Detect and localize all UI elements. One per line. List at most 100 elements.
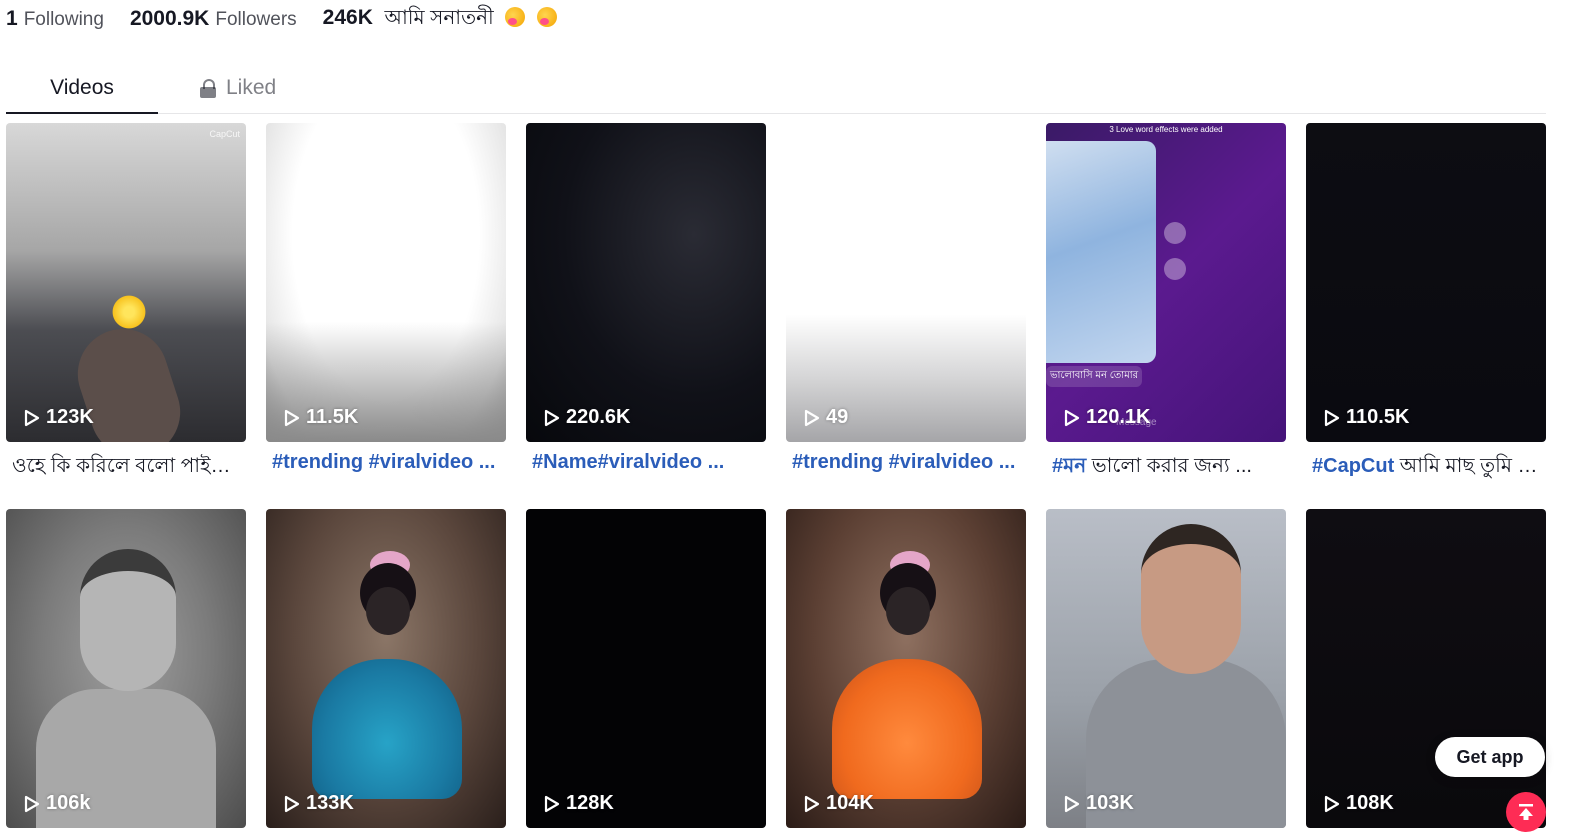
video-caption[interactable]: #Name#viralvideo ... [526,451,762,474]
person-face-shape [80,549,176,691]
view-count-value: 103K [1086,792,1134,814]
video-card[interactable]: 11.5K #trending #viralvideo ... [266,123,506,474]
capcut-watermark: CapCut [209,129,240,139]
caption-hashtag[interactable]: #trending #viralvideo ... [272,451,495,473]
play-icon [284,409,300,426]
view-count-value: 106k [46,792,91,814]
video-thumbnail: CapCut 123K [6,123,246,442]
video-card[interactable]: 49 #trending #viralvideo ... [786,123,1026,474]
message-snippet: ভালোবাসি মন তোমার [1046,366,1143,387]
play-icon [544,409,560,426]
play-icon [804,409,820,426]
play-icon [284,795,300,812]
get-app-label: Get app [1456,746,1524,767]
play-icon [1324,409,1340,426]
love-effect-text: 3 Love word effects were added [1109,125,1223,134]
view-count: 49 [804,406,848,429]
video-caption[interactable]: #trending #viralvideo ... [786,451,1022,474]
play-icon [544,795,560,812]
video-card[interactable]: 108K [1306,509,1546,828]
video-card[interactable]: CapCut 123K ওহে কি করিলে বলো পাইয়ে তোমা… [6,123,246,484]
tab-videos-label: Videos [50,76,114,99]
video-card[interactable]: 106k [6,509,246,828]
play-icon [24,409,40,426]
caption-text: ভালো করার জন্য ... [1086,455,1252,477]
video-card[interactable]: 133K [266,509,506,828]
video-thumbnail: 108K [1306,509,1546,828]
video-thumbnail: 49 [786,123,1026,442]
video-thumbnail: 106k [6,509,246,828]
video-thumbnail: 11.5K [266,123,506,442]
get-app-button[interactable]: Get app [1435,737,1545,777]
doll-dress-shape [312,659,462,799]
play-icon [1324,795,1340,812]
view-count-value: 108K [1346,792,1394,814]
view-count-value: 120.1K [1086,406,1151,428]
view-count: 123K [24,406,94,429]
video-thumbnail: 104K [786,509,1026,828]
followers-stat[interactable]: 2000.9K Followers [130,7,297,31]
person-face-shape [1141,524,1241,674]
view-count-value: 123K [46,406,94,428]
view-count-value: 11.5K [306,406,359,428]
view-count-value: 220.6K [566,406,631,428]
caption-hashtag[interactable]: #trending #viralvideo ... [792,451,1015,473]
video-thumbnail: 3 Love word effects were added ভালোবাসি … [1046,123,1286,442]
doll-head-shape [886,587,930,635]
following-stat[interactable]: 1 Following [6,7,104,31]
camera-icon [1164,258,1186,280]
tab-liked[interactable]: Liked [200,64,276,112]
view-count: 128K [544,792,614,815]
following-label: Following [23,9,104,30]
view-count-value: 49 [826,406,849,428]
arrow-up-icon [1519,804,1533,820]
video-caption[interactable]: ওহে কি করিলে বলো পাইয়ে তোমারে [6,451,242,484]
video-thumbnail: 110.5K [1306,123,1546,442]
caption-text: ওহে কি করিলে বলো পাইয়ে তোমারে [12,455,242,477]
video-thumbnail: 103K [1046,509,1286,828]
hug-emoji-icon [505,6,526,27]
flower-shape [110,293,148,331]
tab-liked-label: Liked [226,76,277,99]
followers-count: 2000.9K [129,7,210,30]
caption-hashtag[interactable]: #CapCut [1312,455,1394,477]
view-count: 104K [804,792,874,815]
play-icon [1064,795,1080,812]
play-icon [24,795,40,812]
video-caption[interactable]: #CapCut আমি মাছ তুমি জল [1306,451,1542,484]
following-count: 1 [6,7,18,30]
doll-dress-shape [832,659,982,799]
hug-emoji-icon [536,6,557,27]
video-thumbnail: 220.6K [526,123,766,442]
view-count: 11.5K [284,406,358,429]
view-count: 120.1K [1064,406,1151,429]
view-count: 106k [24,792,91,815]
doll-crown-shape [890,551,930,579]
view-count: 220.6K [544,406,631,429]
video-card[interactable]: 220.6K #Name#viralvideo ... [526,123,766,474]
video-card[interactable]: 3 Love word effects were added ভালোবাসি … [1046,123,1286,484]
video-card[interactable]: 128K [526,509,766,828]
share-icon [1164,222,1186,244]
video-card[interactable]: 104K [786,509,1026,828]
view-count-value: 104K [826,792,874,814]
play-icon [1064,409,1080,426]
video-thumbnail: 128K [526,509,766,828]
tab-videos[interactable]: Videos [6,64,158,112]
video-thumbnail: 133K [266,509,506,828]
caption-hashtag[interactable]: #মন [1052,455,1086,477]
view-count: 108K [1324,792,1394,815]
profile-tabs: Videos Liked [6,64,1546,114]
video-caption[interactable]: #trending #viralvideo ... [266,451,502,474]
bio-text: আমি সনাতনী [384,6,494,29]
view-count: 133K [284,792,354,815]
followers-label: Followers [215,9,297,30]
view-count-value: 110.5K [1346,406,1410,428]
video-card[interactable]: 110.5K #CapCut আমি মাছ তুমি জল [1306,123,1546,484]
active-tab-underline [6,112,158,114]
caption-hashtag[interactable]: #Name#viralvideo ... [532,451,724,473]
back-to-top-button[interactable] [1506,792,1546,832]
video-caption[interactable]: #মন ভালো করার জন্য ... [1046,451,1282,484]
video-card[interactable]: 103K [1046,509,1286,828]
profile-stats: 1 Following 2000.9K Followers 246K আমি স… [6,4,557,34]
